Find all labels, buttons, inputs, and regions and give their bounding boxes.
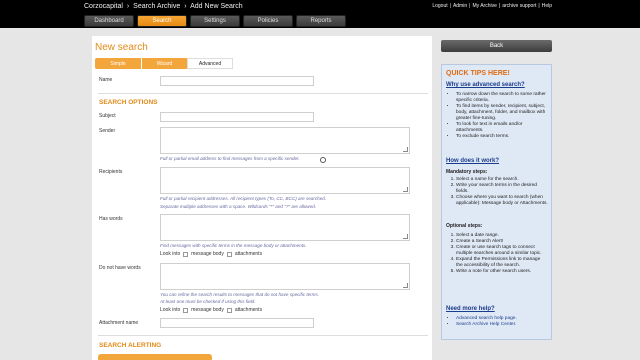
top-links: Logout | Admin | My Archive | archive su… <box>432 3 552 9</box>
breadcrumb-search-archive[interactable]: Search Archive <box>133 3 180 10</box>
archive-support-link[interactable]: archive support <box>502 3 536 9</box>
subject-label: Subject <box>99 113 116 119</box>
breadcrumb-sep: › <box>126 3 130 10</box>
attachment-name-label: Attachment name <box>99 320 139 326</box>
has-words-label: Has words <box>99 216 123 222</box>
search-options-heading: SEARCH OPTIONS <box>99 99 158 106</box>
list-item: To exclude search terms. <box>456 134 548 140</box>
breadcrumb-sep: › <box>184 3 187 10</box>
attachments-checkbox[interactable] <box>226 251 232 257</box>
how-it-works-heading[interactable]: How does it work? <box>446 158 499 164</box>
quick-tips-panel: QUICK TIPS HERE! Why use advanced search… <box>441 64 552 340</box>
help-link[interactable]: Help <box>542 3 552 9</box>
sender-textarea[interactable] <box>160 127 410 154</box>
optional-list: Select a date range. Create a Search Ale… <box>452 233 548 275</box>
list-item: Write a note for other search users. <box>456 269 548 275</box>
need-help-heading: Need more help? <box>446 306 495 312</box>
help-list: Advanced search help page. Search Archiv… <box>452 316 548 328</box>
message-body-checkbox[interactable] <box>183 307 189 313</box>
subject-input[interactable] <box>160 112 314 122</box>
mouse-cursor <box>320 157 326 163</box>
mode-advanced-button[interactable]: Advanced <box>187 58 233 69</box>
list-item: Choose where you want to search (when ap… <box>456 195 548 207</box>
recipients-hint: Full or partial recipient addresses. All… <box>160 196 327 201</box>
tab-dashboard[interactable]: Dashboard <box>84 15 134 27</box>
mandatory-steps-label: Mandatory steps: <box>446 169 488 175</box>
name-input[interactable] <box>160 76 314 86</box>
tab-reports[interactable]: Reports <box>296 15 346 27</box>
look-into-label: Look into <box>160 307 181 313</box>
page-title: New search <box>95 42 148 53</box>
list-item: To look for text in emails and/or attach… <box>456 122 548 134</box>
attachments-label: attachments <box>234 307 263 313</box>
mode-simple-button[interactable]: Simple <box>95 58 141 69</box>
not-have-hint-2: At least one must be checked if using th… <box>160 299 256 304</box>
why-list: To narrow down the search to some rather… <box>452 92 548 140</box>
breadcrumb: Corzocapital › Search Archive › Add New … <box>84 3 245 10</box>
list-item: Expand the Permissions link to manage th… <box>456 257 548 269</box>
divider <box>98 335 428 336</box>
has-words-textarea[interactable] <box>160 214 410 241</box>
top-link-sep: | <box>498 3 501 9</box>
divider <box>98 93 428 94</box>
logout-link[interactable]: Logout <box>432 3 447 9</box>
recipients-label: Recipients <box>99 169 123 175</box>
main-nav: Dashboard Search Settings Policies Repor… <box>84 15 346 27</box>
list-item: Write your search terms in the desired f… <box>456 183 548 195</box>
list-item: To narrow down the search to some rather… <box>456 92 548 104</box>
tab-policies[interactable]: Policies <box>243 15 293 27</box>
top-header: Corzocapital › Search Archive › Add New … <box>0 0 640 28</box>
search-alerting-heading: SEARCH ALERTING <box>99 342 162 349</box>
tab-search[interactable]: Search <box>137 15 187 27</box>
recipients-hint-2: Separate multiple addresses with a space… <box>160 204 317 209</box>
not-have-words-label: Do not have words <box>99 265 141 271</box>
mode-wizard-button[interactable]: Wizard <box>141 58 187 69</box>
has-words-look-into: Look into message body attachments <box>160 251 262 257</box>
top-link-sep: | <box>538 3 540 9</box>
attachments-label: attachments <box>234 251 263 257</box>
message-body-label: message body <box>191 251 224 257</box>
breadcrumb-root[interactable]: Corzocapital <box>84 3 123 10</box>
recipients-textarea[interactable] <box>160 167 410 194</box>
message-body-label: message body <box>191 307 224 313</box>
has-words-hint: Find messages with specific terms in the… <box>160 243 307 248</box>
attachment-name-input[interactable] <box>160 318 314 328</box>
search-form-panel: New search Simple Wizard Advanced Name S… <box>92 36 432 360</box>
attachments-checkbox[interactable] <box>226 307 232 313</box>
list-item: To find items by sender, recipient, subj… <box>456 104 548 122</box>
breadcrumb-current: Add New Search <box>190 3 243 10</box>
help-center-link[interactable]: Search Archive Help Center. <box>456 322 516 327</box>
optional-steps-label: Optional steps: <box>446 223 483 229</box>
admin-link[interactable]: Admin <box>453 3 467 9</box>
look-into-label: Look into <box>160 251 181 257</box>
sender-hint: Full or partial email address to find me… <box>160 156 300 161</box>
advanced-search-help-link[interactable]: Advanced search help page. <box>456 316 517 321</box>
not-have-words-textarea[interactable] <box>160 263 410 290</box>
sender-label: Sender <box>99 128 116 134</box>
list-item: Search Archive Help Center. <box>456 322 548 328</box>
name-label: Name <box>99 77 113 83</box>
back-button[interactable]: Back <box>441 40 552 52</box>
search-mode-switch: Simple Wizard Advanced <box>95 58 233 69</box>
my-archive-link[interactable]: My Archive <box>472 3 496 9</box>
message-body-checkbox[interactable] <box>183 251 189 257</box>
why-advanced-heading[interactable]: Why use advanced search? <box>446 82 525 88</box>
search-alert-toggle[interactable] <box>98 354 212 360</box>
tab-settings[interactable]: Settings <box>190 15 240 27</box>
not-have-look-into: Look into message body attachments <box>160 307 262 313</box>
top-link-sep: | <box>469 3 471 9</box>
mandatory-list: Select a name for the search. Write your… <box>452 177 548 207</box>
not-have-hint: You can refine the search results to mes… <box>160 292 320 297</box>
tips-title: QUICK TIPS HERE! <box>446 70 510 77</box>
top-link-sep: | <box>449 3 451 9</box>
list-item: Create or use search tags to connect mul… <box>456 245 548 257</box>
